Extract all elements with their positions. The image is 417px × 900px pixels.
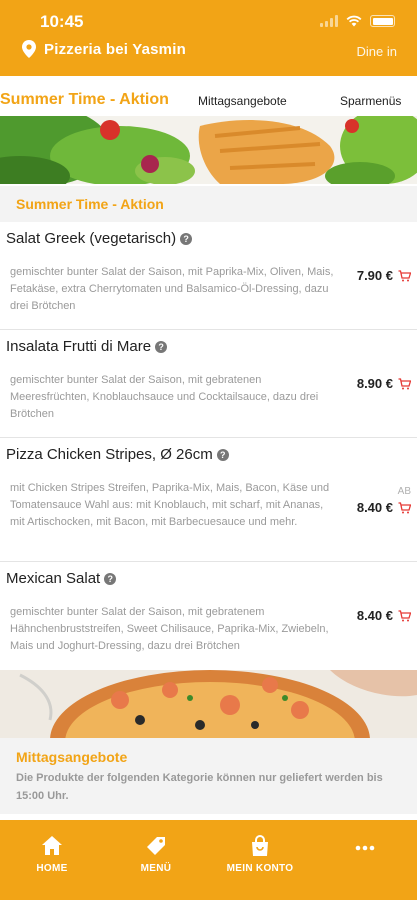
menu-item-name: Mexican Salat ?	[6, 570, 117, 587]
more-dots-icon	[355, 845, 375, 851]
next-section-title: Mittagsangebote	[16, 749, 128, 765]
shopping-bag-icon	[252, 835, 268, 856]
menu-item-price: 8.40 €	[356, 500, 393, 515]
price-row[interactable]: 7.90 €	[357, 268, 411, 283]
menu-item-price: 7.90 €	[356, 268, 393, 283]
tag-icon	[147, 837, 165, 855]
menu-item-name: Pizza Chicken Stripes, Ø 26cm ?	[6, 446, 229, 463]
cart-icon[interactable]	[398, 377, 411, 390]
next-section-notice: Mittagsangebote Die Produkte der folgend…	[0, 738, 417, 814]
top-bar: 10:45 Pizzeria bei Yasmin Dine in	[0, 0, 417, 76]
info-icon[interactable]: ?	[216, 448, 229, 461]
tab-mittagsangebote[interactable]: Mittagsangebote	[198, 94, 287, 108]
price-row[interactable]: 8.40 €	[357, 608, 411, 623]
nav-menu[interactable]: MENÜ	[111, 834, 201, 874]
status-icons	[320, 15, 395, 27]
menu-item-price: 8.90 €	[356, 376, 393, 391]
restaurant-name: Pizzeria bei Yasmin	[44, 40, 186, 58]
dine-in-toggle[interactable]: Dine in	[357, 44, 397, 59]
wifi-icon	[346, 15, 362, 27]
menu-item[interactable]: Pizza Chicken Stripes, Ø 26cm ? mit Chic…	[0, 438, 417, 562]
info-icon[interactable]: ?	[104, 572, 117, 585]
nav-mein-konto[interactable]: MEIN KONTO	[215, 834, 305, 874]
menu-item[interactable]: Salat Greek (vegetarisch) ? gemischter b…	[0, 222, 417, 330]
status-time: 10:45	[40, 12, 84, 31]
menu-item-description: gemischter bunter Salat der Saison, mit …	[10, 266, 334, 312]
nav-label: MENÜ	[140, 863, 172, 874]
price-row[interactable]: 8.90 €	[357, 376, 411, 391]
nav-label: HOME	[36, 863, 68, 874]
menu-item[interactable]: Mexican Salat ? gemischter bunter Salat …	[0, 562, 417, 670]
menu-item-description: gemischter bunter Salat der Saison, mit …	[10, 374, 319, 420]
delivery-notice-text: Die Produkte der folgenden Kategorie kön…	[16, 772, 383, 802]
nav-more[interactable]	[320, 834, 410, 863]
info-icon[interactable]: ?	[180, 232, 193, 245]
home-icon	[42, 836, 62, 855]
price-row[interactable]: 8.40 €	[357, 500, 411, 515]
location-row[interactable]: Pizzeria bei Yasmin	[22, 40, 186, 58]
tab-summer-time-aktion[interactable]: Summer Time - Aktion	[0, 91, 169, 109]
location-pin-icon	[22, 40, 36, 58]
category-banner-image	[0, 116, 417, 184]
menu-item-description: mit Chicken Stripes Streifen, Paprika-Mi…	[10, 482, 330, 528]
category-banner-image	[0, 670, 417, 738]
cart-icon[interactable]	[398, 609, 411, 622]
cart-icon[interactable]	[398, 269, 411, 282]
nav-home[interactable]: HOME	[7, 834, 97, 874]
menu-item-name: Insalata Frutti di Mare ?	[6, 338, 168, 355]
menu-item[interactable]: Insalata Frutti di Mare ? gemischter bun…	[0, 330, 417, 438]
allergen-code: AB	[397, 486, 411, 497]
battery-icon	[370, 15, 395, 27]
tab-sparmenues[interactable]: Sparmenüs	[340, 94, 401, 108]
nav-label: MEIN KONTO	[226, 863, 294, 874]
section-title: Summer Time - Aktion	[16, 196, 164, 212]
category-tabs: Summer Time - Aktion Mittagsangebote Spa…	[0, 88, 417, 116]
menu-item-description: gemischter bunter Salat der Saison, mit …	[10, 606, 329, 652]
section-header: Summer Time - Aktion	[0, 186, 417, 222]
cellular-signal-icon	[320, 15, 338, 27]
menu-item-name: Salat Greek (vegetarisch) ?	[6, 230, 193, 247]
bottom-navigation: HOME MENÜ MEIN KONTO	[0, 820, 417, 900]
info-icon[interactable]: ?	[155, 340, 168, 353]
menu-item-price: 8.40 €	[356, 608, 393, 623]
cart-icon[interactable]	[398, 501, 411, 514]
